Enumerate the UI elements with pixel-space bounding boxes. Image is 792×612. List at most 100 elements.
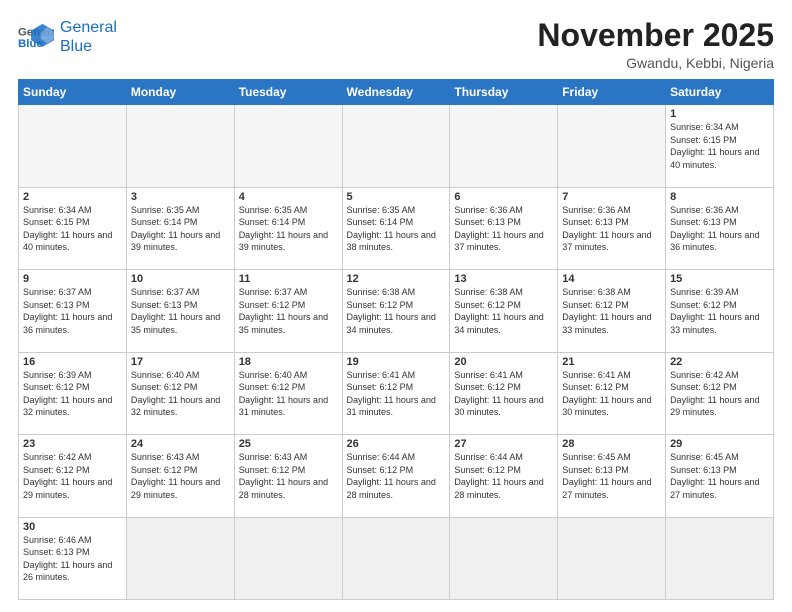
weekday-header: Wednesday (342, 80, 450, 105)
calendar-cell: 5Sunrise: 6:35 AM Sunset: 6:14 PM Daylig… (342, 187, 450, 269)
day-info: Sunrise: 6:41 AM Sunset: 6:12 PM Dayligh… (562, 369, 661, 419)
day-info: Sunrise: 6:39 AM Sunset: 6:12 PM Dayligh… (670, 286, 769, 336)
weekday-header: Tuesday (234, 80, 342, 105)
calendar-cell: 15Sunrise: 6:39 AM Sunset: 6:12 PM Dayli… (666, 270, 774, 352)
calendar-cell (558, 105, 666, 187)
logo-general: General (60, 19, 117, 36)
day-info: Sunrise: 6:45 AM Sunset: 6:13 PM Dayligh… (670, 451, 769, 501)
calendar-cell: 6Sunrise: 6:36 AM Sunset: 6:13 PM Daylig… (450, 187, 558, 269)
day-number: 15 (670, 273, 769, 285)
calendar-cell (234, 105, 342, 187)
day-number: 11 (239, 273, 338, 285)
weekday-header: Sunday (19, 80, 127, 105)
calendar-cell: 20Sunrise: 6:41 AM Sunset: 6:12 PM Dayli… (450, 352, 558, 434)
day-info: Sunrise: 6:37 AM Sunset: 6:13 PM Dayligh… (23, 286, 122, 336)
day-number: 10 (131, 273, 230, 285)
day-info: Sunrise: 6:38 AM Sunset: 6:12 PM Dayligh… (454, 286, 553, 336)
day-number: 28 (562, 438, 661, 450)
day-number: 29 (670, 438, 769, 450)
day-info: Sunrise: 6:46 AM Sunset: 6:13 PM Dayligh… (23, 534, 122, 584)
day-info: Sunrise: 6:40 AM Sunset: 6:12 PM Dayligh… (239, 369, 338, 419)
day-number: 26 (347, 438, 446, 450)
day-info: Sunrise: 6:38 AM Sunset: 6:12 PM Dayligh… (347, 286, 446, 336)
day-number: 18 (239, 356, 338, 368)
calendar-cell (666, 517, 774, 599)
calendar-cell: 29Sunrise: 6:45 AM Sunset: 6:13 PM Dayli… (666, 435, 774, 517)
calendar-cell (558, 517, 666, 599)
day-number: 25 (239, 438, 338, 450)
day-number: 24 (131, 438, 230, 450)
weekday-header: Thursday (450, 80, 558, 105)
calendar-cell (234, 517, 342, 599)
calendar-cell (19, 105, 127, 187)
calendar-cell: 9Sunrise: 6:37 AM Sunset: 6:13 PM Daylig… (19, 270, 127, 352)
calendar-cell: 13Sunrise: 6:38 AM Sunset: 6:12 PM Dayli… (450, 270, 558, 352)
month-title: November 2025 (537, 18, 774, 53)
logo-icon: General Blue (18, 22, 54, 52)
calendar-cell (450, 105, 558, 187)
day-number: 2 (23, 191, 122, 203)
calendar-cell: 3Sunrise: 6:35 AM Sunset: 6:14 PM Daylig… (126, 187, 234, 269)
weekday-header: Friday (558, 80, 666, 105)
day-info: Sunrise: 6:44 AM Sunset: 6:12 PM Dayligh… (347, 451, 446, 501)
day-number: 16 (23, 356, 122, 368)
calendar-cell: 4Sunrise: 6:35 AM Sunset: 6:14 PM Daylig… (234, 187, 342, 269)
calendar-cell (126, 105, 234, 187)
day-number: 30 (23, 521, 122, 533)
day-number: 27 (454, 438, 553, 450)
calendar-cell: 8Sunrise: 6:36 AM Sunset: 6:13 PM Daylig… (666, 187, 774, 269)
calendar-cell: 16Sunrise: 6:39 AM Sunset: 6:12 PM Dayli… (19, 352, 127, 434)
calendar-cell: 14Sunrise: 6:38 AM Sunset: 6:12 PM Dayli… (558, 270, 666, 352)
calendar-cell: 1Sunrise: 6:34 AM Sunset: 6:15 PM Daylig… (666, 105, 774, 187)
calendar-cell: 21Sunrise: 6:41 AM Sunset: 6:12 PM Dayli… (558, 352, 666, 434)
day-info: Sunrise: 6:43 AM Sunset: 6:12 PM Dayligh… (131, 451, 230, 501)
day-info: Sunrise: 6:41 AM Sunset: 6:12 PM Dayligh… (347, 369, 446, 419)
calendar-cell: 26Sunrise: 6:44 AM Sunset: 6:12 PM Dayli… (342, 435, 450, 517)
day-number: 23 (23, 438, 122, 450)
day-info: Sunrise: 6:43 AM Sunset: 6:12 PM Dayligh… (239, 451, 338, 501)
calendar-cell: 25Sunrise: 6:43 AM Sunset: 6:12 PM Dayli… (234, 435, 342, 517)
weekday-header: Saturday (666, 80, 774, 105)
day-number: 17 (131, 356, 230, 368)
day-number: 8 (670, 191, 769, 203)
calendar-cell: 18Sunrise: 6:40 AM Sunset: 6:12 PM Dayli… (234, 352, 342, 434)
location: Gwandu, Kebbi, Nigeria (537, 55, 774, 71)
day-info: Sunrise: 6:34 AM Sunset: 6:15 PM Dayligh… (23, 204, 122, 254)
day-info: Sunrise: 6:35 AM Sunset: 6:14 PM Dayligh… (347, 204, 446, 254)
day-number: 7 (562, 191, 661, 203)
logo-blue: Blue (60, 38, 92, 55)
calendar-cell (126, 517, 234, 599)
day-number: 13 (454, 273, 553, 285)
day-number: 22 (670, 356, 769, 368)
calendar-cell: 23Sunrise: 6:42 AM Sunset: 6:12 PM Dayli… (19, 435, 127, 517)
day-number: 1 (670, 108, 769, 120)
day-info: Sunrise: 6:44 AM Sunset: 6:12 PM Dayligh… (454, 451, 553, 501)
calendar-cell: 10Sunrise: 6:37 AM Sunset: 6:13 PM Dayli… (126, 270, 234, 352)
calendar-cell: 30Sunrise: 6:46 AM Sunset: 6:13 PM Dayli… (19, 517, 127, 599)
day-number: 5 (347, 191, 446, 203)
calendar-cell: 27Sunrise: 6:44 AM Sunset: 6:12 PM Dayli… (450, 435, 558, 517)
day-info: Sunrise: 6:42 AM Sunset: 6:12 PM Dayligh… (670, 369, 769, 419)
calendar-cell: 22Sunrise: 6:42 AM Sunset: 6:12 PM Dayli… (666, 352, 774, 434)
day-number: 14 (562, 273, 661, 285)
day-info: Sunrise: 6:37 AM Sunset: 6:12 PM Dayligh… (239, 286, 338, 336)
logo: General Blue General Blue (18, 18, 117, 56)
day-info: Sunrise: 6:36 AM Sunset: 6:13 PM Dayligh… (670, 204, 769, 254)
calendar-cell: 17Sunrise: 6:40 AM Sunset: 6:12 PM Dayli… (126, 352, 234, 434)
title-block: November 2025 Gwandu, Kebbi, Nigeria (537, 18, 774, 71)
day-info: Sunrise: 6:35 AM Sunset: 6:14 PM Dayligh… (131, 204, 230, 254)
calendar: SundayMondayTuesdayWednesdayThursdayFrid… (18, 79, 774, 600)
calendar-cell: 28Sunrise: 6:45 AM Sunset: 6:13 PM Dayli… (558, 435, 666, 517)
day-number: 21 (562, 356, 661, 368)
day-info: Sunrise: 6:36 AM Sunset: 6:13 PM Dayligh… (454, 204, 553, 254)
calendar-cell: 7Sunrise: 6:36 AM Sunset: 6:13 PM Daylig… (558, 187, 666, 269)
day-info: Sunrise: 6:37 AM Sunset: 6:13 PM Dayligh… (131, 286, 230, 336)
day-info: Sunrise: 6:36 AM Sunset: 6:13 PM Dayligh… (562, 204, 661, 254)
calendar-cell: 12Sunrise: 6:38 AM Sunset: 6:12 PM Dayli… (342, 270, 450, 352)
calendar-cell (342, 517, 450, 599)
page: General Blue General Blue November 2025 … (0, 0, 792, 612)
day-info: Sunrise: 6:39 AM Sunset: 6:12 PM Dayligh… (23, 369, 122, 419)
day-info: Sunrise: 6:35 AM Sunset: 6:14 PM Dayligh… (239, 204, 338, 254)
day-number: 9 (23, 273, 122, 285)
calendar-cell: 2Sunrise: 6:34 AM Sunset: 6:15 PM Daylig… (19, 187, 127, 269)
